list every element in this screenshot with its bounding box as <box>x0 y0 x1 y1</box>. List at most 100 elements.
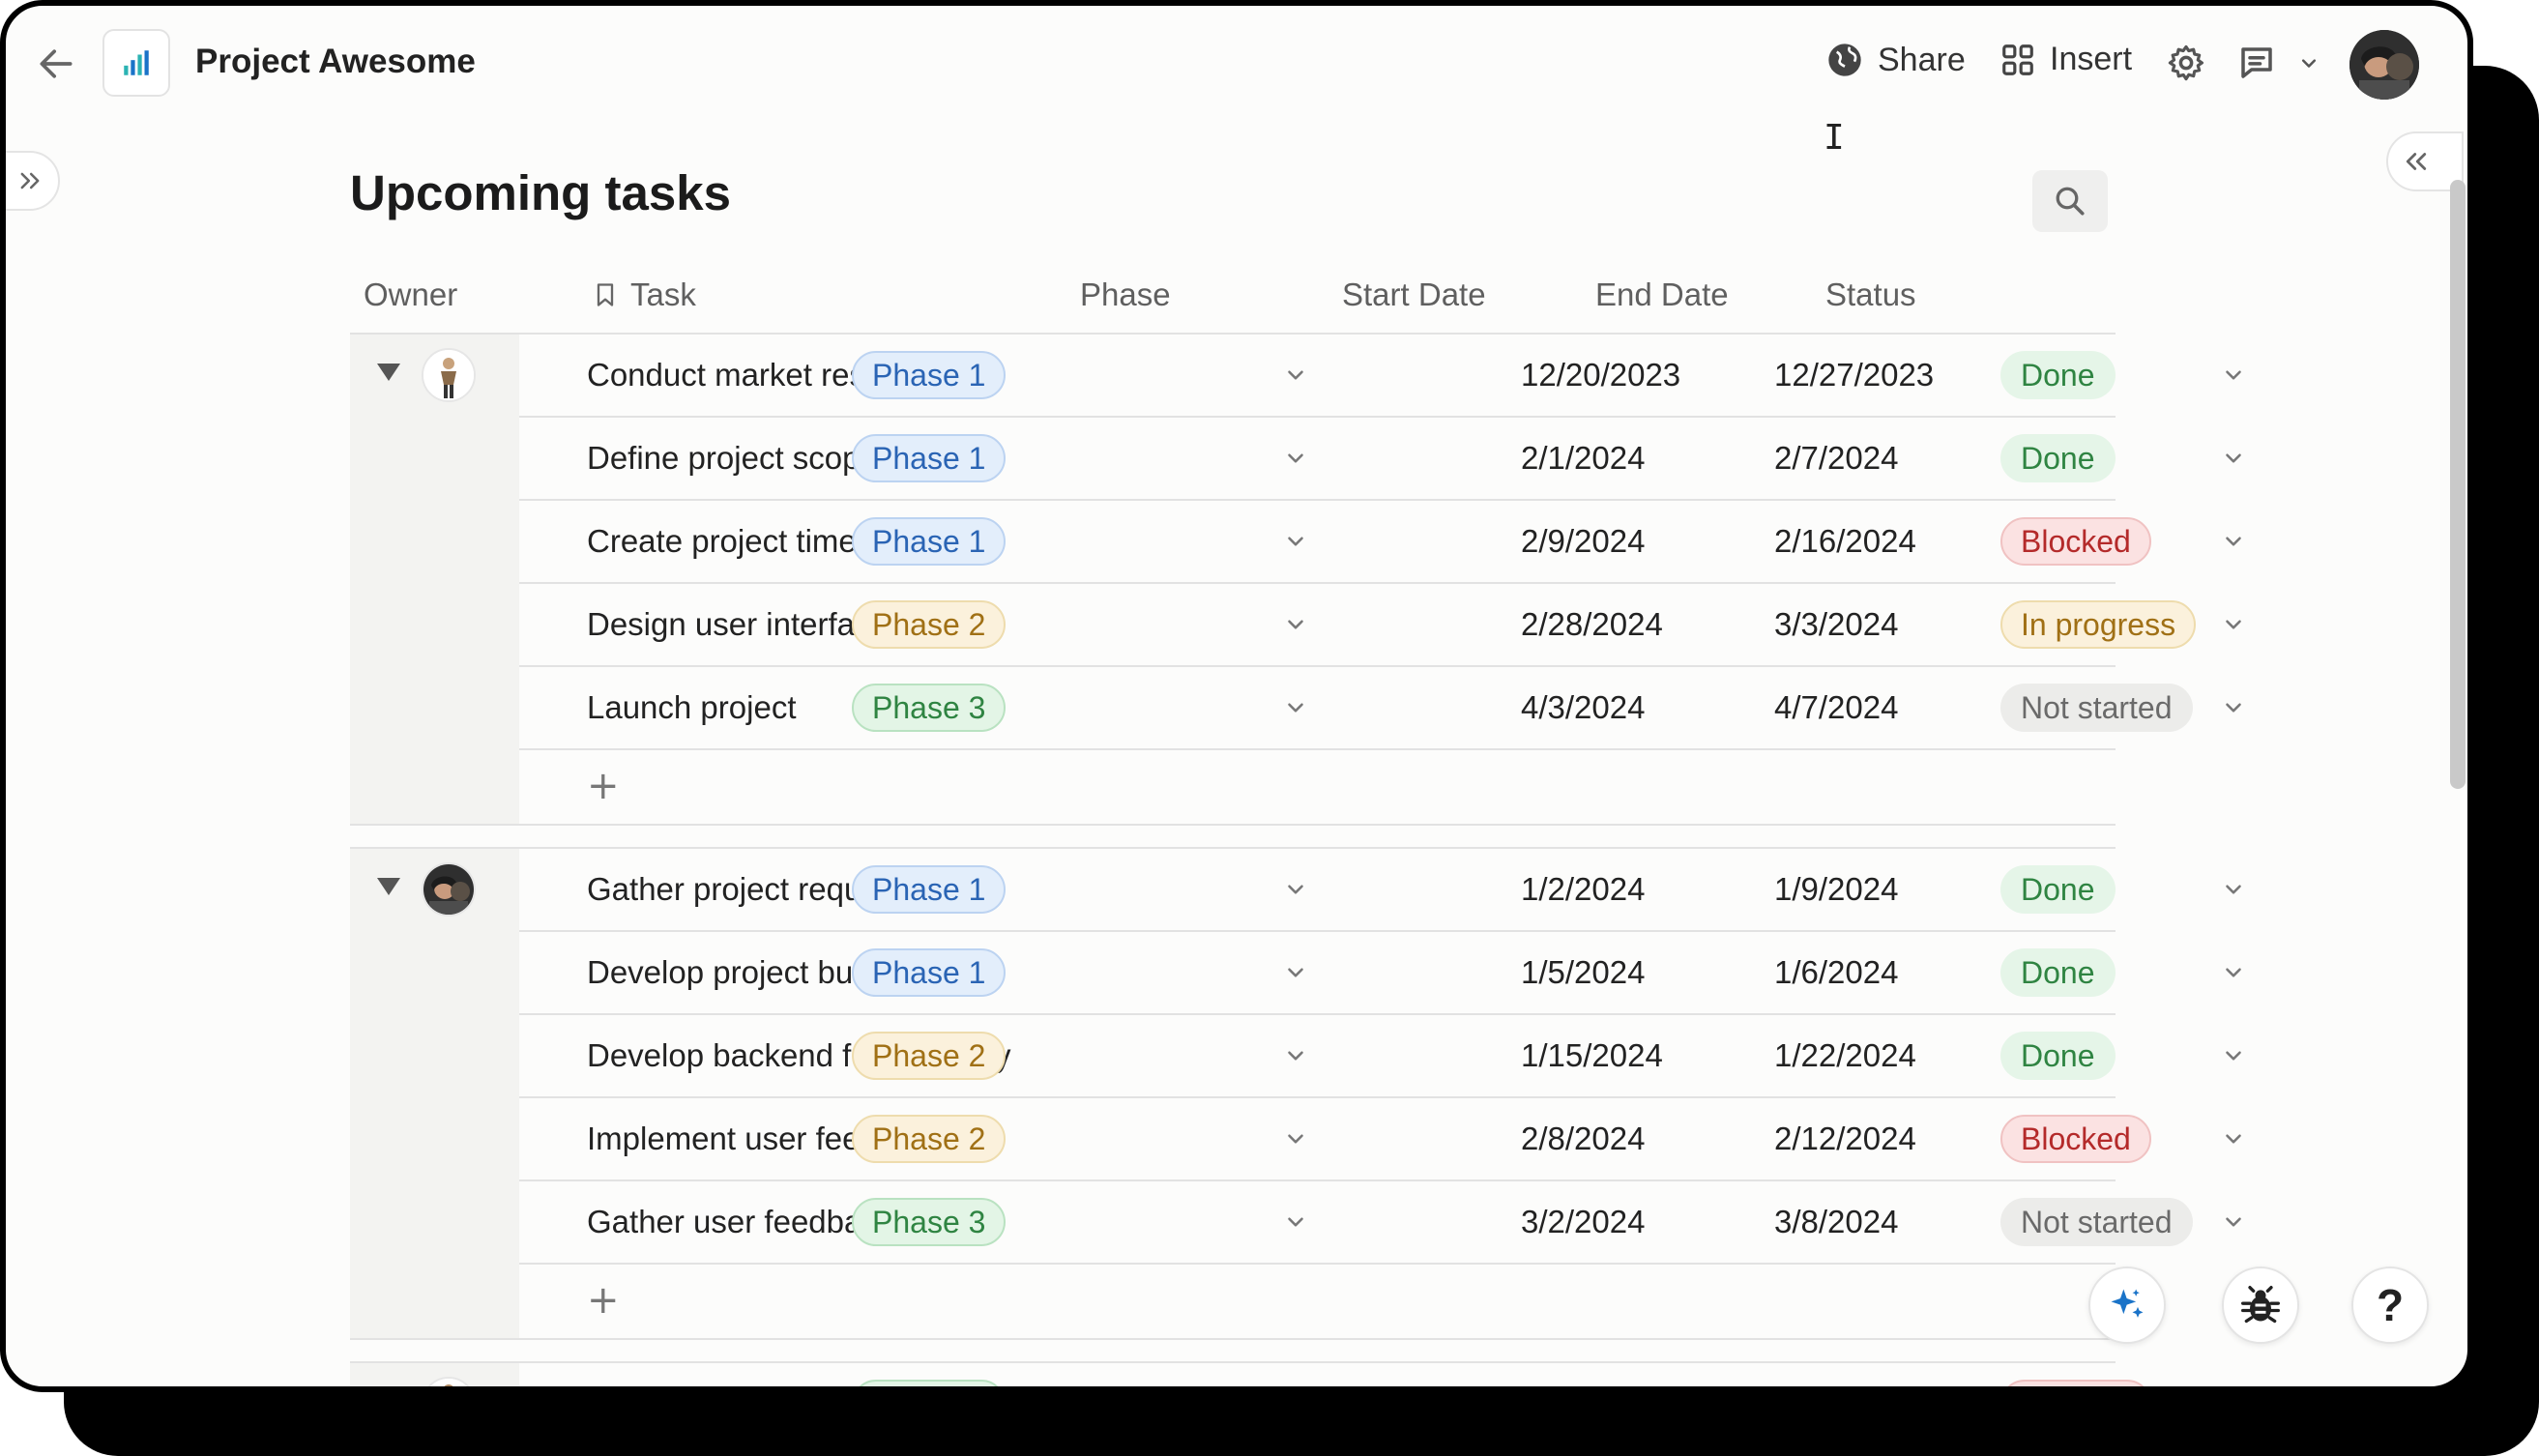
user-avatar[interactable] <box>2349 30 2419 100</box>
group-collapse-caret-icon[interactable] <box>377 878 400 895</box>
table-row[interactable]: Prepare project documentationPhase 31/9/… <box>519 1363 2151 1392</box>
end-date-cell[interactable]: 1/6/2024 <box>1774 932 1898 1013</box>
status-cell[interactable]: Done <box>2000 335 2116 416</box>
phase-dropdown[interactable] <box>1283 932 1308 1013</box>
doc-icon[interactable] <box>102 29 170 97</box>
table-row[interactable]: Launch project Phase 3 4/3/2024 4/7/2024 Not… <box>519 667 2241 750</box>
table-row[interactable]: Implement user feedback Phase 2 2/8/2024 2/… <box>519 1098 2241 1181</box>
column-phase[interactable]: Phase <box>1080 277 1171 313</box>
column-start-date[interactable]: Start Date <box>1342 277 1486 313</box>
start-date-cell[interactable]: 1/15/2024 <box>1521 1015 1663 1096</box>
status-dropdown[interactable] <box>2221 501 2246 582</box>
chevron-down-icon[interactable] <box>1283 960 1308 985</box>
start-date-cell[interactable]: 2/1/2024 <box>1521 418 1645 499</box>
end-date-cell[interactable]: 1/22/2024 <box>1774 1015 1916 1096</box>
phase-dropdown[interactable] <box>1283 335 1308 416</box>
status-cell[interactable]: Blocked <box>2000 1363 2151 1386</box>
end-date-cell[interactable]: 3/3/2024 <box>1774 584 1898 665</box>
end-date-cell[interactable]: 2/16/2024 <box>1774 1363 1916 1386</box>
chevron-down-icon[interactable] <box>2221 695 2246 720</box>
end-date-cell[interactable]: 2/7/2024 <box>1774 418 1898 499</box>
chevron-down-icon[interactable] <box>1283 877 1308 902</box>
chevron-down-icon[interactable] <box>1283 695 1308 720</box>
phase-dropdown[interactable] <box>1283 1098 1308 1179</box>
chevron-down-icon[interactable] <box>1283 1043 1308 1068</box>
owner-avatar[interactable] <box>422 862 476 917</box>
comment-chevron-down-icon[interactable] <box>2297 54 2320 73</box>
chevron-down-icon[interactable] <box>2221 960 2246 985</box>
status-cell[interactable]: Done <box>2000 418 2116 499</box>
add-task-button[interactable]: + <box>587 764 620 808</box>
start-date-cell[interactable]: 4/3/2024 <box>1521 667 1645 748</box>
phase-cell[interactable]: Phase 1 <box>852 418 1007 499</box>
chevron-down-icon[interactable] <box>1283 1391 1308 1392</box>
doc-title[interactable]: Project Awesome <box>195 43 476 81</box>
chevron-down-icon[interactable] <box>2221 1209 2246 1235</box>
phase-cell[interactable]: Phase 2 <box>852 1098 1007 1179</box>
phase-cell[interactable]: Phase 3 <box>852 1363 1007 1386</box>
phase-dropdown[interactable] <box>1283 418 1308 499</box>
chevron-down-icon[interactable] <box>1283 1209 1308 1235</box>
start-date-cell[interactable]: 1/5/2024 <box>1521 932 1645 1013</box>
status-dropdown[interactable] <box>2221 932 2246 1013</box>
table-row[interactable]: Conduct market research Phase 1 12/20/2023… <box>519 335 2241 418</box>
chevron-down-icon[interactable] <box>2221 446 2246 471</box>
chevron-down-icon[interactable] <box>2221 363 2246 388</box>
chevron-down-icon[interactable] <box>2221 529 2246 554</box>
phase-dropdown[interactable] <box>1283 1015 1308 1096</box>
start-date-cell[interactable]: 2/28/2024 <box>1521 584 1663 665</box>
table-row[interactable]: Create project timeline Phase 1 2/9/2024 2/… <box>519 501 2241 584</box>
status-cell[interactable]: Blocked <box>2000 501 2151 582</box>
status-dropdown[interactable] <box>2221 335 2246 416</box>
status-dropdown[interactable] <box>2221 584 2246 665</box>
table-row[interactable]: Develop project budget Phase 1 1/5/2024 1/6… <box>519 932 2241 1015</box>
status-dropdown[interactable] <box>2221 849 2246 930</box>
table-row[interactable]: Define project scope Phase 1 2/1/2024 2/7/2… <box>519 418 2241 501</box>
chevron-down-icon[interactable] <box>1283 612 1308 637</box>
start-date-cell[interactable]: 12/20/2023 <box>1521 335 1680 416</box>
owner-avatar[interactable] <box>422 1377 476 1386</box>
start-date-cell[interactable]: 2/8/2024 <box>1521 1098 1645 1179</box>
start-date-cell[interactable]: 3/2/2024 <box>1521 1181 1645 1263</box>
status-cell[interactable]: Done <box>2000 849 2116 930</box>
task-cell[interactable]: Launch project <box>587 667 796 748</box>
table-row[interactable]: Gather project requirements Phase 1 1/2/20… <box>519 849 2241 932</box>
status-cell[interactable]: Done <box>2000 932 2116 1013</box>
task-cell[interactable]: Define project scope <box>587 418 878 499</box>
status-dropdown[interactable] <box>2221 1015 2246 1096</box>
end-date-cell[interactable]: 1/9/2024 <box>1774 849 1898 930</box>
search-button[interactable] <box>2032 170 2108 232</box>
phase-dropdown[interactable] <box>1283 1363 1308 1392</box>
status-dropdown[interactable] <box>2221 1363 2246 1392</box>
status-cell[interactable]: Done <box>2000 1015 2116 1096</box>
ai-assistant-button[interactable] <box>2088 1267 2166 1344</box>
gear-icon[interactable] <box>2166 43 2206 83</box>
chevron-down-icon[interactable] <box>1283 446 1308 471</box>
end-date-cell[interactable]: 12/27/2023 <box>1774 335 1934 416</box>
scrollbar-thumb[interactable] <box>2450 180 2466 789</box>
chevron-down-icon[interactable] <box>2221 1043 2246 1068</box>
phase-cell[interactable]: Phase 2 <box>852 584 1007 665</box>
end-date-cell[interactable]: 3/8/2024 <box>1774 1181 1898 1263</box>
chevron-down-icon[interactable] <box>1283 363 1308 388</box>
status-dropdown[interactable] <box>2221 667 2246 748</box>
chevron-down-icon[interactable] <box>2221 1391 2246 1392</box>
phase-dropdown[interactable] <box>1283 501 1308 582</box>
help-button[interactable]: ? <box>2351 1267 2429 1344</box>
phase-dropdown[interactable] <box>1283 1181 1308 1263</box>
end-date-cell[interactable]: 4/7/2024 <box>1774 667 1898 748</box>
status-cell[interactable]: Blocked <box>2000 1098 2151 1179</box>
bug-report-button[interactable] <box>2222 1267 2299 1344</box>
chevron-down-icon[interactable] <box>1283 1126 1308 1151</box>
chevron-down-icon[interactable] <box>2221 1126 2246 1151</box>
status-cell[interactable]: Not started <box>2000 1181 2193 1263</box>
task-cell[interactable]: Gather user feedback <box>587 1181 893 1263</box>
phase-cell[interactable]: Phase 3 <box>852 667 1007 748</box>
chevron-down-icon[interactable] <box>2221 612 2246 637</box>
phase-cell[interactable]: Phase 3 <box>852 1181 1007 1263</box>
status-cell[interactable]: In progress <box>2000 584 2197 665</box>
status-dropdown[interactable] <box>2221 1098 2246 1179</box>
chevron-down-icon[interactable] <box>1283 529 1308 554</box>
table-row[interactable]: Develop backend functionality Phase 2 1/15… <box>519 1015 2241 1098</box>
phase-dropdown[interactable] <box>1283 667 1308 748</box>
